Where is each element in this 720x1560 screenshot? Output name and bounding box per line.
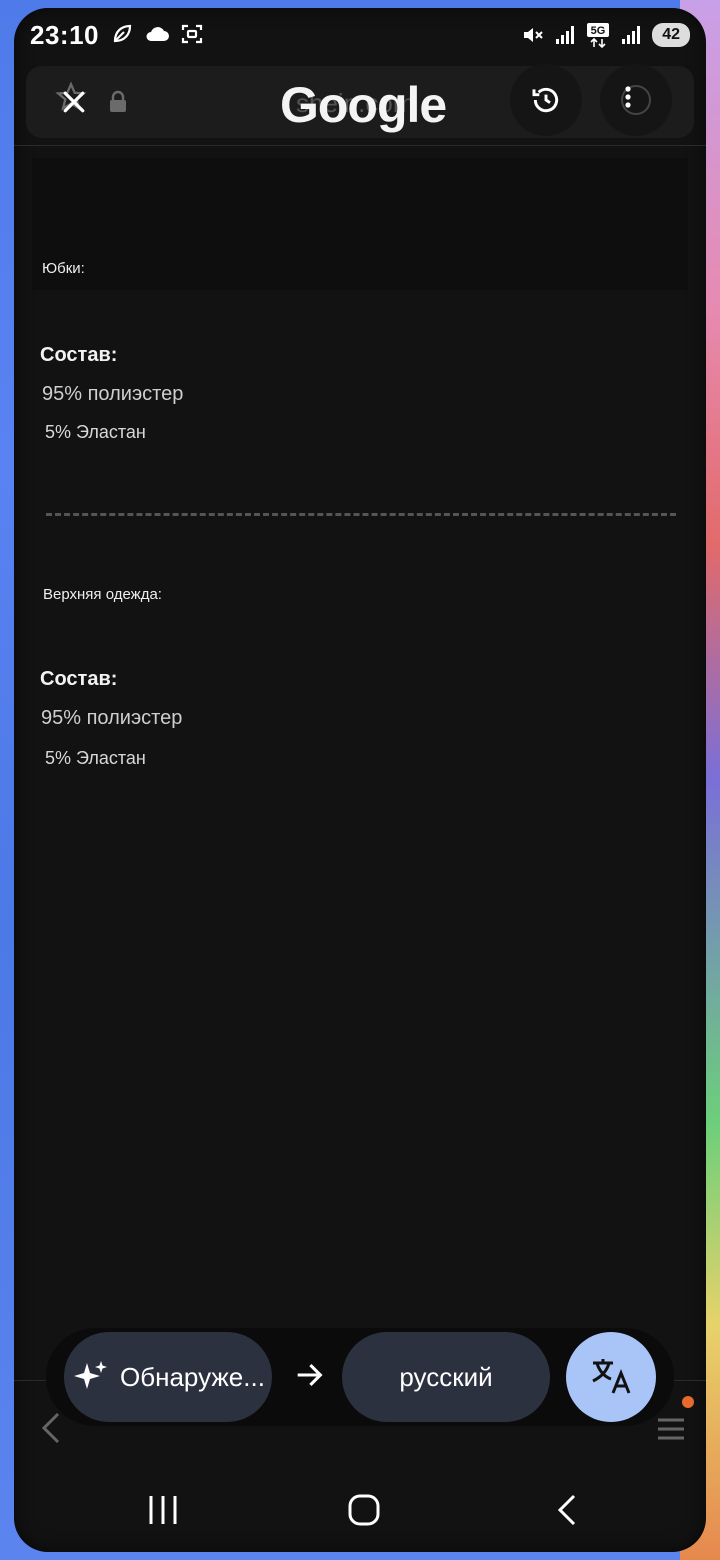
target-language-button[interactable]: русский [342,1332,550,1422]
translate-icon [592,1359,631,1394]
back-button[interactable] [552,1492,582,1533]
muted-icon [520,23,544,47]
close-button[interactable] [46,74,102,130]
recent-apps-icon [149,1496,177,1524]
status-bar: 23:10 5G 42 [14,8,706,60]
signal-icon [554,24,576,46]
status-icons-right: 5G 42 [520,22,690,48]
sparkle-icon [72,1358,110,1396]
home-icon [348,1494,380,1526]
home-button[interactable] [346,1492,382,1533]
notification-dot [682,1396,694,1408]
status-icons-left [110,22,204,46]
translate-button[interactable] [566,1332,656,1422]
more-options-button[interactable] [600,64,672,136]
network-5g-icon: 5G [586,22,610,48]
composition-line: 95% полиэстер [42,383,184,405]
content-banner [32,158,688,290]
screenshot-icon [180,22,204,46]
menu-icon [654,1412,688,1451]
divider [14,145,706,146]
target-language-label: русский [399,1361,493,1392]
more-vertical-icon [621,85,651,115]
lock-icon [108,90,128,119]
top-bar: shein.com Google [26,64,694,138]
recent-apps-button[interactable] [146,1492,180,1533]
source-language-button[interactable]: Обнаруже... [64,1332,272,1422]
system-nav-bar [14,1478,706,1548]
composition-line: 5% Эластан [45,748,146,768]
back-icon [36,1408,66,1453]
composition-line: 95% полиэстер [41,707,183,729]
screen: 23:10 5G 42 shein.com Google Юбки: Соста… [14,8,706,1552]
status-time: 23:10 [30,20,99,50]
close-icon [63,91,85,113]
battery-indicator: 42 [652,23,690,47]
arrow-right-icon [292,1358,326,1397]
translate-bar: Обнаруже... русский [46,1328,674,1426]
section-label-outerwear: Верхняя одежда: [43,586,162,603]
composition-heading: Состав: [40,344,118,366]
leaf-icon [110,22,134,46]
source-language-label: Обнаруже... [120,1361,265,1392]
dashed-divider [46,513,676,516]
composition-line: 5% Эластан [45,422,146,442]
history-button[interactable] [510,64,582,136]
back-arrow-icon [557,1494,576,1526]
signal-icon-2 [620,24,642,46]
google-logo: Google [280,77,447,133]
cloud-icon [144,22,170,46]
history-icon [532,87,559,113]
svg-text:5G: 5G [591,25,606,37]
section-label-skirts: Юбки: [42,260,85,277]
composition-heading: Состав: [40,668,118,690]
